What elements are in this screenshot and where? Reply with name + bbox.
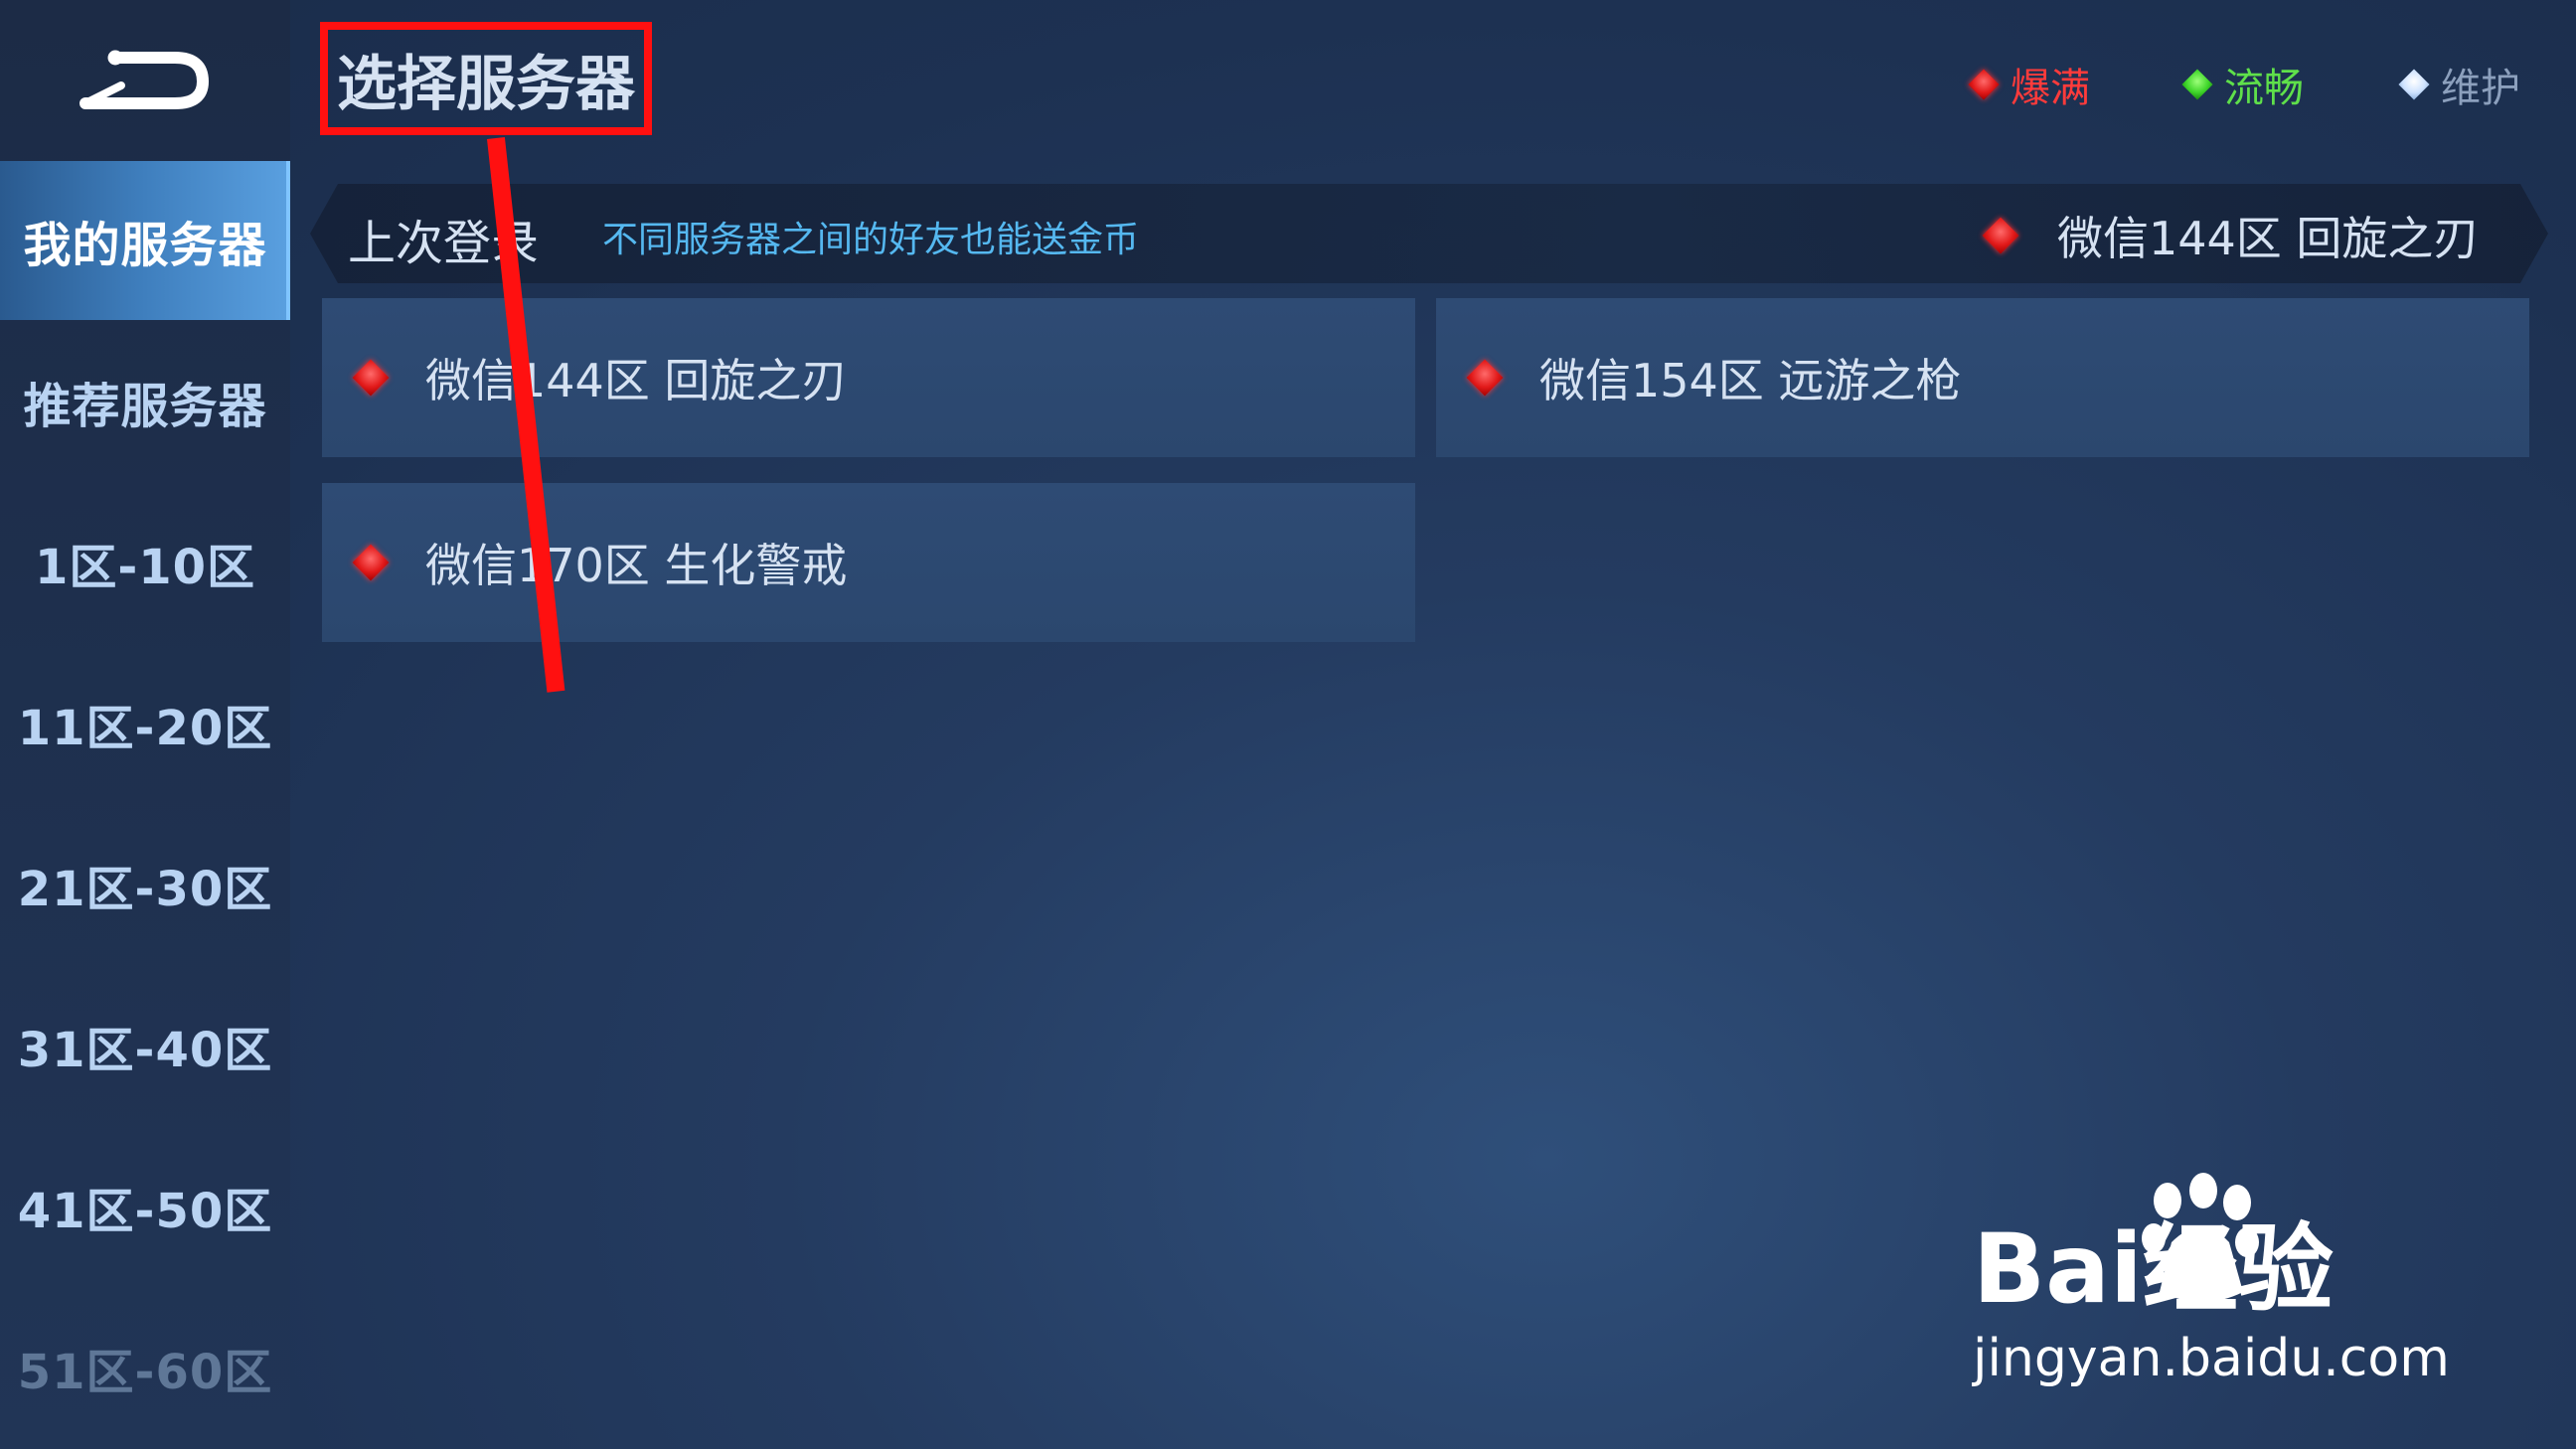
back-arrow-icon (80, 50, 210, 109)
sidebar-item-label: 1区-10区 (34, 540, 256, 595)
legend-maintenance: 维护 (2398, 55, 2520, 114)
sidebar-item-zone-41-50[interactable]: 41区-50区 (0, 1127, 290, 1286)
server-card[interactable]: 微信170区 生化警戒 (322, 483, 1415, 642)
legend-label-maintenance: 维护 (2441, 66, 2520, 111)
sidebar-item-zone-31-40[interactable]: 31区-40区 (0, 966, 290, 1125)
sidebar-item-zone-11-20[interactable]: 11区-20区 (0, 644, 290, 803)
red-diamond-icon (1466, 359, 1504, 397)
legend-full: 爆满 (1968, 55, 2090, 114)
red-diamond-icon (352, 544, 390, 581)
legend-label-smooth: 流畅 (2224, 66, 2304, 111)
sidebar: 我的服务器 推荐服务器 1区-10区 11区-20区 21区-30区 31区-4… (0, 0, 290, 1449)
red-diamond-icon (352, 359, 390, 397)
sidebar-item-label: 41区-50区 (17, 1184, 273, 1239)
sidebar-item-zone-1-10[interactable]: 1区-10区 (0, 483, 290, 642)
server-name: 微信170区 生化警戒 (425, 539, 848, 592)
server-card[interactable]: 微信144区 回旋之刃 (322, 298, 1415, 457)
server-name: 微信144区 回旋之刃 (425, 354, 848, 407)
server-name: 微信154区 远游之枪 (1539, 354, 1962, 407)
sidebar-item-label: 31区-40区 (17, 1023, 273, 1078)
sidebar-item-label: 我的服务器 (23, 218, 267, 273)
back-button[interactable] (0, 0, 290, 159)
white-diamond-icon (2398, 69, 2430, 100)
last-login-tip: 不同服务器之间的好友也能送金币 (602, 220, 1140, 260)
sidebar-item-zone-51-60[interactable]: 51区-60区 (0, 1288, 290, 1447)
legend-label-full: 爆满 (2011, 66, 2090, 111)
baidu-logo-text: Bai经验 (1973, 1213, 2334, 1325)
sidebar-item-zone-21-30[interactable]: 21区-30区 (0, 805, 290, 964)
red-diamond-icon (1982, 217, 2019, 254)
sidebar-item-my-servers[interactable]: 我的服务器 (0, 161, 290, 320)
sidebar-item-label: 推荐服务器 (23, 379, 267, 434)
sidebar-item-recommended[interactable]: 推荐服务器 (0, 322, 290, 481)
last-login-server-name: 微信144区 回旋之刃 (2057, 212, 2480, 265)
sidebar-item-label: 21区-30区 (17, 862, 273, 917)
sidebar-item-label: 11区-20区 (17, 701, 273, 756)
red-diamond-icon (1968, 69, 2000, 100)
last-login-server[interactable]: 微信144区 回旋之刃 (1982, 206, 2480, 265)
sidebar-item-label: 51区-60区 (17, 1345, 273, 1400)
green-diamond-icon (2181, 69, 2213, 100)
page-title-highlight: 选择服务器 (320, 22, 652, 135)
watermark-url: jingyan.baidu.com (1973, 1329, 2450, 1388)
page-title: 选择服务器 (337, 49, 635, 119)
server-card[interactable]: 微信154区 远游之枪 (1436, 298, 2529, 457)
legend-smooth: 流畅 (2181, 55, 2304, 114)
